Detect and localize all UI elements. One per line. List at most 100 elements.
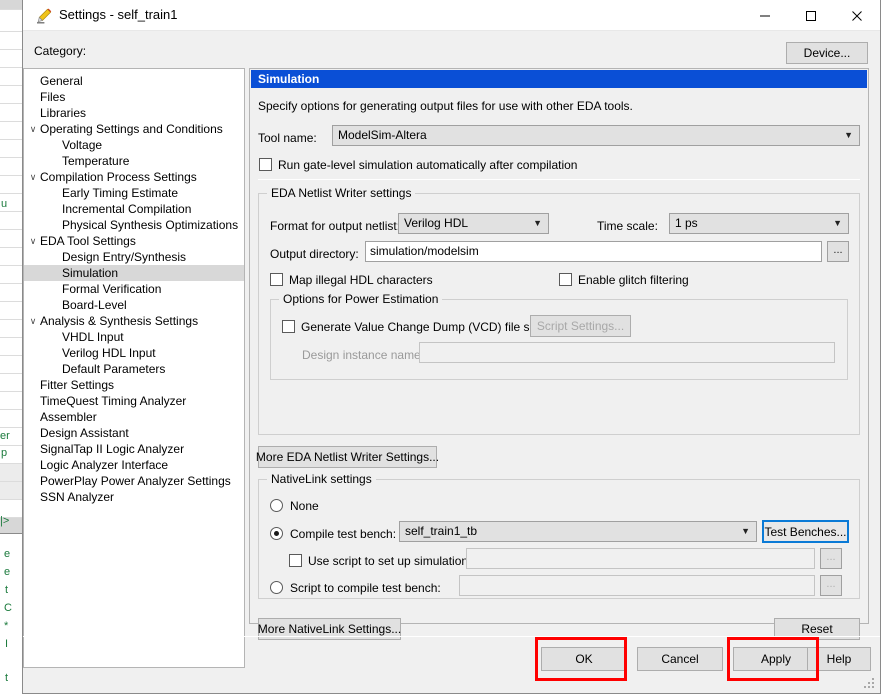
tree-item-analysis-synthesis-settings[interactable]: ∨ Analysis & Synthesis Settings (24, 313, 244, 329)
design-instance-name-input[interactable] (419, 342, 835, 363)
chevron-down-icon[interactable]: ∨ (26, 121, 40, 137)
minimize-icon[interactable] (742, 0, 788, 31)
bg-row (0, 158, 22, 176)
tree-item-logic-analyzer-interface[interactable]: Logic Analyzer Interface (24, 457, 244, 473)
device-button[interactable]: Device... (786, 42, 868, 64)
use-script-setup-simulation-checkbox[interactable] (289, 554, 302, 567)
nativelink-settings-group-title: NativeLink settings (267, 472, 376, 486)
settings-panel: Simulation Specify options for generatin… (249, 68, 869, 640)
tree-item-physical-synthesis-optimizations[interactable]: Physical Synthesis Optimizations (24, 217, 244, 233)
enable-glitch-filtering-label: Enable glitch filtering (578, 273, 689, 287)
category-tree[interactable]: General Files Libraries ∨ Operating Settings… (23, 68, 245, 668)
output-directory-browse-button[interactable]: ... (827, 241, 849, 262)
tree-item-timequest-timing-analyzer[interactable]: TimeQuest Timing Analyzer (24, 393, 244, 409)
time-scale-combobox[interactable]: 1 ps ▼ (669, 213, 849, 234)
tree-item-board-level[interactable]: Board-Level (24, 297, 244, 313)
tree-item-libraries[interactable]: Libraries (24, 105, 244, 121)
bg-text-fragment: * (4, 620, 9, 632)
cancel-button[interactable]: Cancel (637, 647, 723, 671)
tree-item-powerplay-power-analyzer-settings[interactable]: PowerPlay Power Analyzer Settings (24, 473, 244, 489)
use-script-setup-simulation-input[interactable] (466, 548, 815, 569)
tree-item-ssn-analyzer[interactable]: SSN Analyzer (24, 489, 244, 505)
format-output-netlist-combobox[interactable]: Verilog HDL ▼ (398, 213, 549, 234)
tree-item-eda-tool-settings[interactable]: ∨ EDA Tool Settings (24, 233, 244, 249)
tree-item-signaltap-ii-logic-analyzer[interactable]: SignalTap II Logic Analyzer (24, 441, 244, 457)
tree-item-compilation-process-settings[interactable]: ∨ Compilation Process Settings (24, 169, 244, 185)
compile-test-bench-combobox[interactable]: self_train1_tb ▼ (399, 521, 757, 542)
tree-item-simulation[interactable]: Simulation (24, 265, 244, 281)
nativelink-none-radio[interactable] (270, 499, 283, 512)
bg-row (0, 320, 22, 338)
map-illegal-hdl-checkbox[interactable] (270, 273, 283, 286)
more-eda-netlist-writer-settings-button[interactable]: More EDA Netlist Writer Settings... (256, 446, 439, 468)
script-compile-test-bench-radio[interactable] (270, 581, 283, 594)
tree-item-temperature[interactable]: Temperature (24, 153, 244, 169)
run-gate-level-checkbox[interactable] (259, 158, 272, 171)
maximize-icon[interactable] (788, 0, 834, 31)
tree-item-design-assistant[interactable]: Design Assistant (24, 425, 244, 441)
bg-text-fragment: |> (0, 515, 10, 527)
compile-test-bench-value: self_train1_tb (405, 524, 478, 538)
tree-item-default-parameters[interactable]: Default Parameters (24, 361, 244, 377)
chevron-down-icon[interactable]: ∨ (26, 169, 40, 185)
bg-row (0, 68, 22, 86)
test-benches-button[interactable]: Test Benches... (762, 520, 849, 543)
tree-item-label: TimeQuest Timing Analyzer (40, 394, 187, 408)
map-illegal-hdl-label: Map illegal HDL characters (289, 273, 433, 287)
tree-item-label: Operating Settings and Conditions (40, 122, 223, 136)
ok-button[interactable]: OK (541, 647, 627, 671)
tree-item-operating-settings-and-conditions[interactable]: ∨ Operating Settings and Conditions (24, 121, 244, 137)
tree-item-label: Files (40, 90, 66, 104)
bg-row (0, 284, 22, 302)
tree-item-incremental-compilation[interactable]: Incremental Compilation (24, 201, 244, 217)
bg-row (0, 230, 22, 248)
bg-row (0, 248, 22, 266)
tool-name-combobox[interactable]: ModelSim-Altera ▼ (332, 125, 860, 146)
chevron-down-icon: ▼ (844, 130, 853, 140)
tree-item-formal-verification[interactable]: Formal Verification (24, 281, 244, 297)
tree-item-verilog-hdl-input[interactable]: Verilog HDL Input (24, 345, 244, 361)
script-compile-browse-button[interactable]: ... (820, 575, 842, 596)
tree-item-label: Physical Synthesis Optimizations (62, 218, 239, 232)
bg-row (0, 374, 22, 392)
title-bar: Settings - self_train1 (23, 0, 880, 31)
use-script-browse-button[interactable]: ... (820, 548, 842, 569)
close-icon[interactable] (834, 0, 880, 31)
tree-item-design-entry-synthesis[interactable]: Design Entry/Synthesis (24, 249, 244, 265)
chevron-down-icon[interactable]: ∨ (26, 233, 40, 249)
script-settings-button[interactable]: Script Settings... (530, 315, 631, 337)
settings-dialog: Settings - self_train1 Category: Device.… (22, 0, 881, 694)
tree-item-assembler[interactable]: Assembler (24, 409, 244, 425)
tree-item-files[interactable]: Files (24, 89, 244, 105)
bg-row (0, 86, 22, 104)
window-title: Settings - self_train1 (59, 7, 178, 22)
compile-test-bench-radio[interactable] (270, 527, 283, 540)
bg-text-fragment: p (1, 447, 8, 459)
tree-item-label: Assembler (40, 410, 97, 424)
tree-item-label: Logic Analyzer Interface (40, 458, 169, 472)
generate-vcd-checkbox[interactable] (282, 320, 295, 333)
tree-item-voltage[interactable]: Voltage (24, 137, 244, 153)
bg-text-fragment: u (1, 198, 8, 210)
tree-item-label: Design Entry/Synthesis (62, 250, 187, 264)
help-button[interactable]: Help (807, 647, 871, 671)
tree-item-label: Voltage (62, 138, 103, 152)
bg-row (0, 176, 22, 194)
script-compile-test-bench-input[interactable] (459, 575, 815, 596)
format-output-netlist-value: Verilog HDL (404, 216, 469, 230)
bg-row (0, 392, 22, 410)
nativelink-settings-group: NativeLink settings None Compile test be… (258, 472, 860, 599)
resize-grip[interactable] (864, 678, 876, 690)
output-directory-input[interactable]: simulation/modelsim (365, 241, 822, 262)
bg-text-fragment: e (4, 548, 11, 560)
tree-item-label: Simulation (62, 266, 119, 280)
tree-item-early-timing-estimate[interactable]: Early Timing Estimate (24, 185, 244, 201)
bg-row (0, 356, 22, 374)
tree-item-general[interactable]: General (24, 73, 244, 89)
tree-item-fitter-settings[interactable]: Fitter Settings (24, 377, 244, 393)
bg-row (0, 266, 22, 284)
chevron-down-icon[interactable]: ∨ (26, 313, 40, 329)
tree-item-label: Incremental Compilation (62, 202, 192, 216)
tree-item-vhdl-input[interactable]: VHDL Input (24, 329, 244, 345)
enable-glitch-filtering-checkbox[interactable] (559, 273, 572, 286)
